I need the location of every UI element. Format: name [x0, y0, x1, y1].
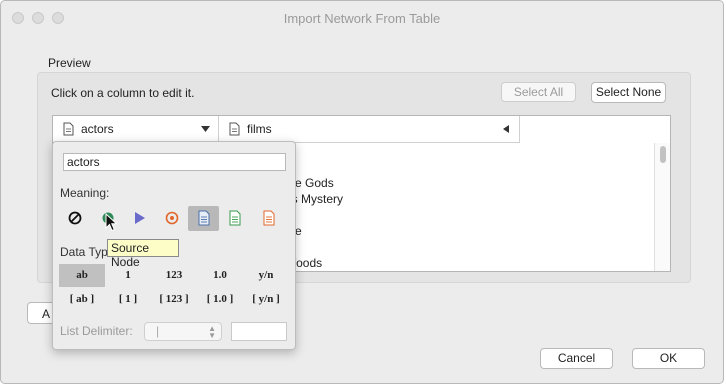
list-type-boolean[interactable]: [ y/n ]: [243, 288, 289, 311]
meaning-label: Meaning:: [60, 186, 110, 200]
meaning-edge-attribute[interactable]: [221, 206, 249, 231]
meaning-target-node-attribute[interactable]: [255, 206, 283, 231]
source-node-tooltip: Source Node: [107, 239, 179, 269]
scrollbar-thumb[interactable]: [660, 146, 666, 163]
list-delimiter-value: |: [156, 324, 160, 338]
chevron-down-icon[interactable]: [201, 126, 210, 132]
ok-button[interactable]: OK: [632, 348, 705, 369]
import-network-dialog: Import Network From Table Preview Click …: [0, 0, 724, 384]
preview-label: Preview: [48, 56, 91, 70]
partial-button-label: A: [42, 307, 51, 321]
select-none-button[interactable]: Select None: [591, 82, 666, 103]
mouse-pointer-icon: [105, 213, 118, 232]
list-type-integer[interactable]: [ 1 ]: [105, 288, 151, 311]
chevron-left-icon[interactable]: [503, 125, 509, 133]
column-header-label: actors: [81, 122, 114, 136]
meaning-skip[interactable]: [61, 206, 89, 231]
triangle-icon: [135, 212, 145, 224]
list-delimiter-label: List Delimiter:: [60, 324, 133, 338]
custom-delimiter-field[interactable]: [231, 322, 287, 341]
meaning-target-node[interactable]: [158, 206, 186, 231]
title-bar: Import Network From Table: [1, 1, 723, 26]
column-name-input[interactable]: [63, 153, 286, 171]
data-type-label: Data Typ: [60, 245, 108, 259]
document-icon: [229, 210, 241, 226]
list-type-long[interactable]: [ 123 ]: [151, 288, 197, 311]
select-all-button[interactable]: Select All: [501, 82, 576, 102]
column-header-label: films: [247, 122, 272, 136]
document-icon: [263, 210, 275, 226]
list-type-double[interactable]: [ 1.0 ]: [197, 288, 243, 311]
data-type-boolean[interactable]: y/n: [243, 264, 289, 287]
meaning-interaction-type[interactable]: [126, 206, 154, 231]
data-type-long[interactable]: 123: [151, 264, 197, 287]
document-icon: [229, 122, 240, 136]
forbidden-icon: [68, 211, 82, 225]
document-icon: [63, 122, 74, 136]
list-type-string[interactable]: [ ab ]: [59, 288, 105, 311]
chevron-updown-icon: ▲ ▼: [208, 324, 216, 340]
window-title: Import Network From Table: [283, 11, 441, 26]
cancel-button[interactable]: Cancel: [540, 348, 613, 369]
document-icon: [198, 210, 210, 226]
data-type-string[interactable]: ab: [59, 264, 105, 287]
vertical-scrollbar[interactable]: [654, 143, 670, 271]
preview-instruction: Click on a column to edit it.: [51, 86, 195, 100]
list-delimiter-select[interactable]: | ▲ ▼: [144, 322, 222, 341]
meaning-source-node-attribute[interactable]: [188, 206, 219, 231]
target-icon: [165, 211, 179, 225]
data-type-double[interactable]: 1.0: [197, 264, 243, 287]
column-header-films[interactable]: films: [219, 116, 520, 143]
column-header-actors[interactable]: actors: [53, 116, 219, 143]
